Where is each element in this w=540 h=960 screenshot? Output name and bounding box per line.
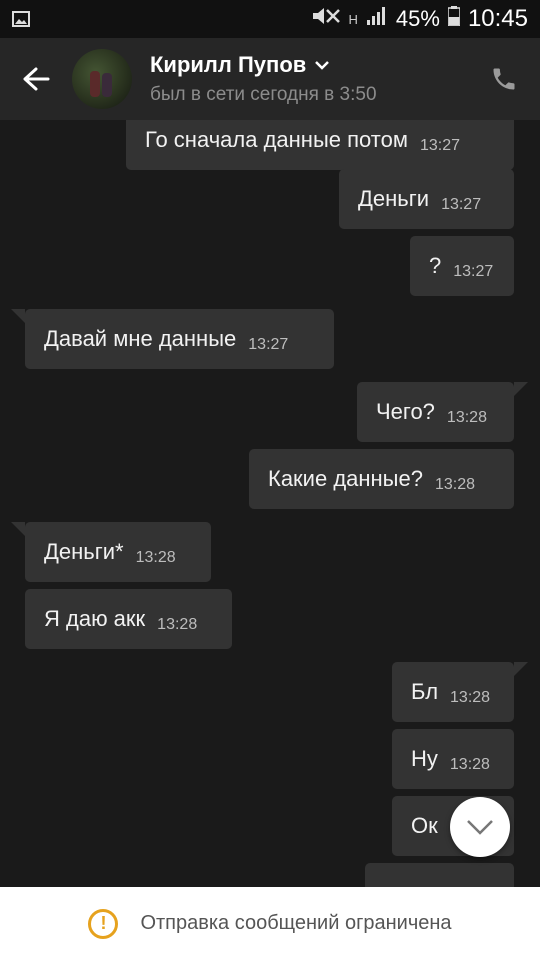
message-bubble-outgoing[interactable]: Бл 13:28	[392, 662, 528, 722]
scroll-to-bottom-button[interactable]	[450, 797, 510, 857]
message-bubble-outgoing[interactable]: Какие данные? 13:28	[249, 449, 514, 509]
contact-avatar[interactable]	[72, 49, 132, 109]
call-button[interactable]	[480, 55, 528, 103]
bubble-tail	[11, 522, 25, 536]
message-text: Деньги*	[44, 539, 124, 564]
network-type-badge: H	[348, 11, 358, 27]
message-time: 13:28	[157, 616, 198, 633]
message-time: 13:28	[135, 549, 176, 566]
message-text: Го сначала данные потом	[145, 127, 408, 152]
message-bubble-outgoing[interactable]: Го сначала данные потом 13:27	[126, 120, 514, 170]
message-bubble-incoming[interactable]: Давай мне данные 13:27	[11, 309, 334, 369]
message-text: Какие данные?	[268, 466, 423, 491]
message-time: 13:27	[248, 336, 289, 353]
message-bubble-outgoing[interactable]: Ну 13:28	[392, 729, 514, 789]
bubble-tail	[514, 382, 528, 396]
message-bubble-outgoing-partial[interactable]	[365, 863, 514, 887]
battery-icon	[447, 6, 461, 32]
message-text: Ок	[411, 813, 438, 838]
chat-header: Кирилл Пупов был в сети сегодня в 3:50	[0, 38, 540, 120]
back-button[interactable]	[12, 55, 60, 103]
message-time: 13:28	[450, 689, 491, 706]
battery-percent: 45%	[395, 6, 440, 31]
message-bubble-outgoing[interactable]: Деньги 13:27	[339, 169, 514, 229]
message-time: 13:27	[419, 137, 461, 154]
clock: 10:45	[467, 5, 528, 32]
chevron-down-icon	[315, 61, 330, 70]
message-text: Я даю акк	[44, 606, 146, 631]
bubble-tail	[11, 309, 25, 323]
message-list[interactable]: Го сначала данные потом 13:27 Деньги 13:…	[0, 120, 540, 887]
message-time: 13:27	[453, 263, 494, 280]
message-text: Деньги	[358, 186, 430, 211]
banner-text: Отправка сообщений ограничена	[140, 912, 452, 934]
message-bubble-outgoing[interactable]: Чего? 13:28	[357, 382, 528, 442]
message-text: ?	[429, 253, 442, 278]
message-text: Бл	[411, 679, 439, 704]
message-time: 13:27	[441, 196, 482, 213]
message-text: Чего?	[376, 399, 435, 424]
contact-info[interactable]: Кирилл Пупов был в сети сегодня в 3:50	[150, 52, 377, 106]
message-time: 13:28	[449, 756, 490, 773]
contact-name: Кирилл Пупов	[150, 52, 307, 77]
message-bubble-incoming[interactable]: Деньги* 13:28	[11, 522, 211, 582]
mute-icon	[311, 6, 341, 32]
warning-icon: !	[88, 908, 119, 939]
message-time: 13:28	[446, 409, 487, 426]
last-seen-status: был в сети сегодня в 3:50	[150, 84, 377, 105]
message-time: 13:28	[434, 476, 476, 493]
message-text: Давай мне данные	[44, 326, 237, 351]
messaging-restricted-banner: ! Отправка сообщений ограничена	[0, 887, 540, 960]
message-bubble-incoming[interactable]: Я даю акк 13:28	[25, 589, 232, 649]
status-bar: H 45% 10:45	[0, 0, 540, 38]
chevron-down-icon	[467, 820, 493, 835]
gallery-notification-icon	[12, 9, 32, 29]
phone-icon	[493, 68, 515, 90]
back-arrow-icon	[23, 67, 50, 91]
message-bubble-outgoing[interactable]: ? 13:27	[410, 236, 514, 296]
bubble-tail	[514, 662, 528, 676]
signal-icon	[366, 6, 388, 32]
message-text: Ну	[411, 746, 438, 771]
